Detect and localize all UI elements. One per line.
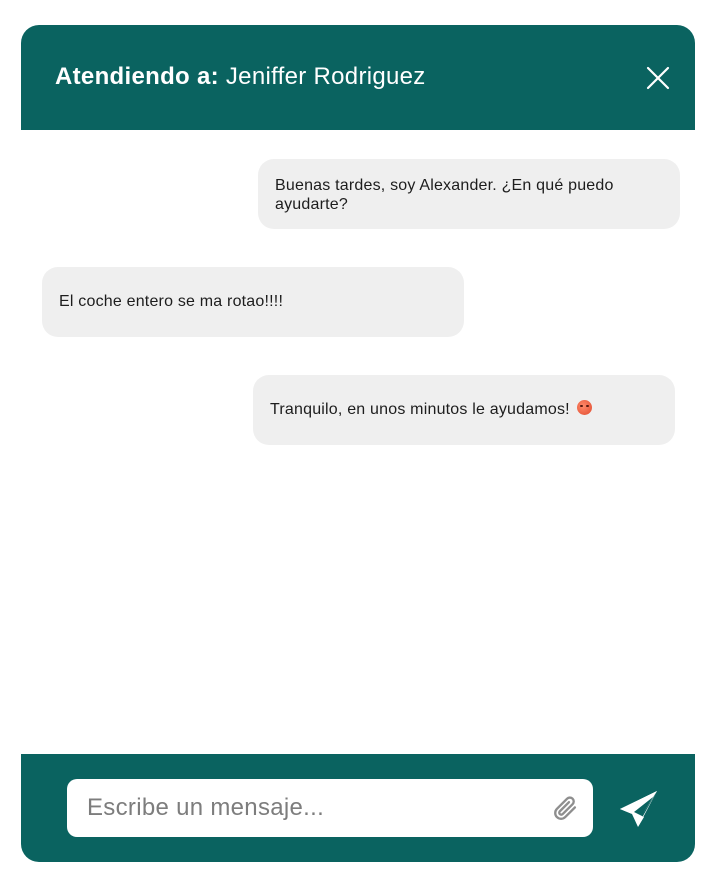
chat-window: Atendiendo a: Jeniffer Rodriguez Buenas … bbox=[21, 25, 695, 862]
message-list: Buenas tardes, soy Alexander. ¿En qué pu… bbox=[21, 130, 695, 754]
message-bubble-agent: Tranquilo, en unos minutos le ayudamos! bbox=[253, 375, 675, 445]
message-text: Buenas tardes, soy Alexander. ¿En qué pu… bbox=[275, 177, 614, 213]
message-bubble-agent: Buenas tardes, soy Alexander. ¿En qué pu… bbox=[258, 159, 680, 229]
message-bubble-customer: El coche entero se ma rotao!!!! bbox=[42, 267, 464, 337]
close-icon bbox=[646, 66, 670, 90]
customer-name: Jeniffer Rodriguez bbox=[218, 63, 426, 90]
hot-face-emoji-icon bbox=[577, 400, 593, 415]
send-button[interactable] bbox=[617, 787, 661, 831]
chat-header: Atendiendo a: Jeniffer Rodriguez bbox=[21, 25, 695, 130]
message-text: El coche entero se ma rotao!!!! bbox=[59, 293, 284, 310]
close-button[interactable] bbox=[641, 61, 675, 95]
chat-title: Atendiendo a: Jeniffer Rodriguez bbox=[55, 63, 426, 91]
message-input[interactable] bbox=[87, 779, 537, 837]
chat-composer bbox=[21, 754, 695, 862]
paperclip-icon bbox=[554, 796, 577, 820]
paper-plane-icon bbox=[620, 791, 657, 827]
chat-title-prefix: Atendiendo a: bbox=[55, 63, 219, 90]
attach-button[interactable] bbox=[551, 794, 579, 822]
message-text: Tranquilo, en unos minutos le ayudamos! bbox=[270, 401, 575, 418]
message-input-container bbox=[67, 779, 593, 837]
